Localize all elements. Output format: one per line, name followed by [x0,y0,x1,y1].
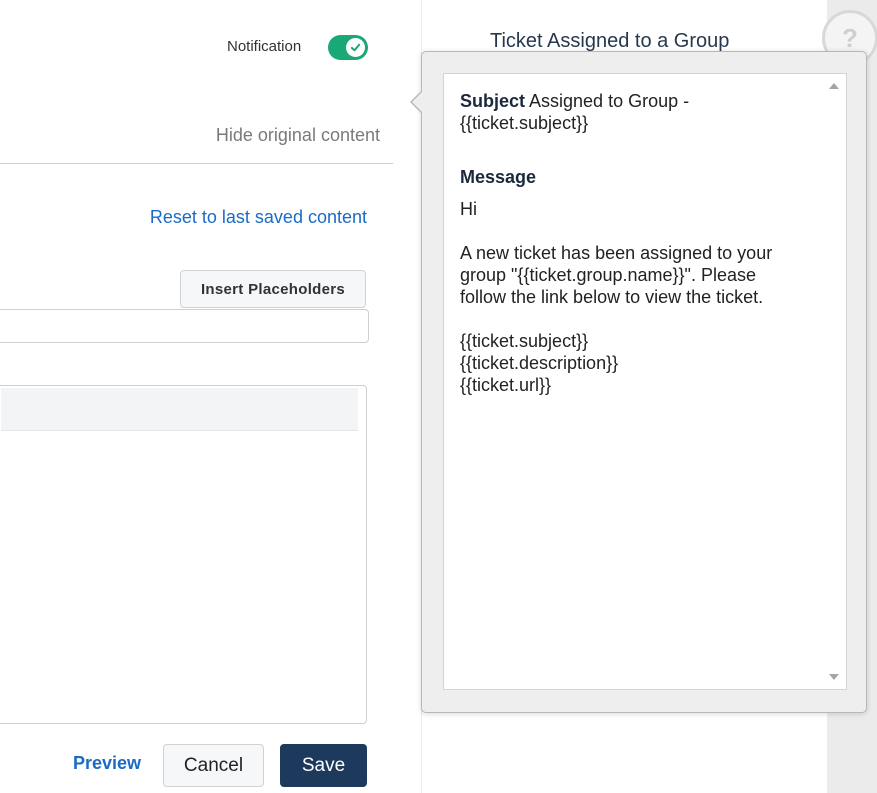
placeholder-ticket-description: {{ticket.description}} [460,353,619,373]
check-icon [350,43,361,52]
preview-content: Subject Assigned to Group - {{ticket.sub… [460,90,800,396]
triangle-down-icon[interactable] [829,674,839,680]
placeholder-ticket-subject: {{ticket.subject}} [460,331,589,351]
notification-template-editor: Notification Hide original content Reset… [0,0,877,793]
message-body: A new ticket has been assigned to your g… [460,243,773,307]
message-greeting: Hi [460,199,477,219]
triangle-up-icon[interactable] [829,83,839,89]
save-button[interactable]: Save [280,744,367,787]
notification-label: Notification [227,38,302,55]
preview-subject: Subject Assigned to Group - {{ticket.sub… [460,90,800,134]
subject-heading: Subject [460,91,526,111]
editor-toolbar [1,388,358,431]
hide-original-content-link[interactable]: Hide original content [216,125,380,146]
preview-scrollbar[interactable] [822,74,846,689]
preview-popover: Subject Assigned to Group - {{ticket.sub… [410,51,867,713]
original-template-title: Ticket Assigned to a Group [490,30,730,52]
section-divider [0,163,393,164]
reset-to-saved-link[interactable]: Reset to last saved content [150,207,367,228]
template-editor-pane: Notification Hide original content Reset… [0,0,420,793]
toggle-knob [346,38,365,57]
preview-link[interactable]: Preview [73,753,141,774]
insert-placeholders-button[interactable]: Insert Placeholders [180,270,366,308]
message-editor[interactable] [0,385,367,724]
placeholder-ticket-url: {{ticket.url}} [460,375,552,395]
cancel-button[interactable]: Cancel [163,744,264,787]
subject-input[interactable] [0,309,369,343]
popover-arrow-inner [412,92,422,112]
preview-content-box: Subject Assigned to Group - {{ticket.sub… [443,73,847,690]
message-heading: Message [460,167,537,187]
notification-toggle[interactable] [328,35,368,60]
